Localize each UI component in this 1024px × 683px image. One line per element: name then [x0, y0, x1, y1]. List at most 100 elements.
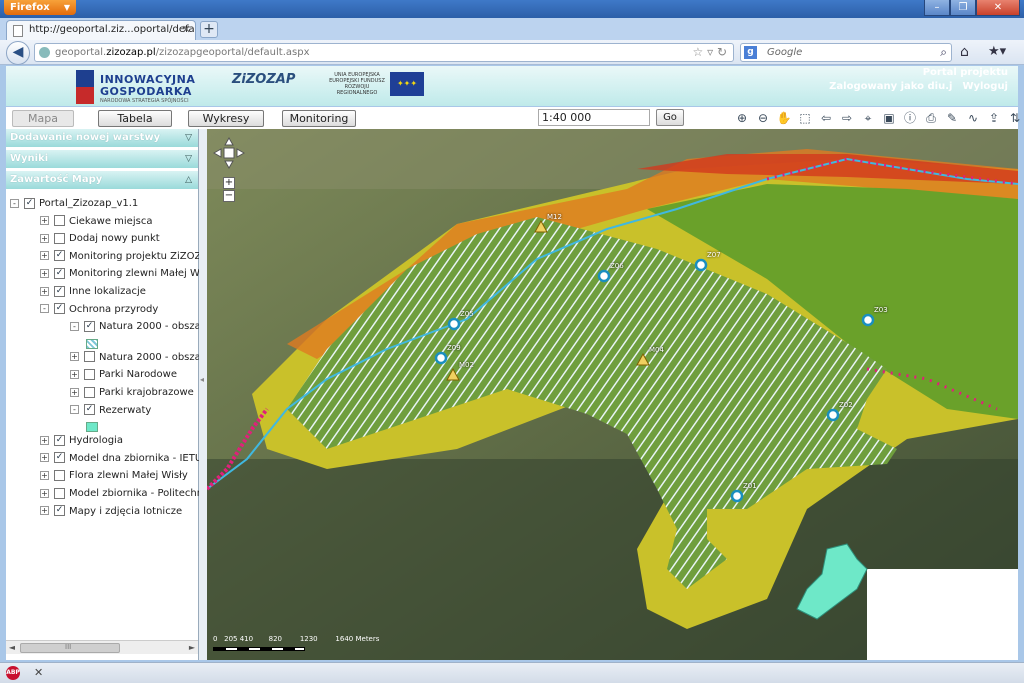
section-results[interactable]: Wyniki ▽ [6, 150, 198, 168]
go-button[interactable]: Go [656, 109, 684, 126]
monitoring-point-circle[interactable] [447, 317, 461, 331]
pan-hand-icon[interactable]: ✋ [774, 108, 794, 128]
edit-icon[interactable]: ✎ [942, 108, 962, 128]
monitoring-point-circle[interactable] [434, 351, 448, 365]
bookmarks-menu-icon[interactable]: ★▾ [988, 44, 1006, 59]
select-icon[interactable]: ▣ [879, 108, 899, 128]
layer-tree-item[interactable]: + Natura 2000 - obszary [70, 350, 211, 366]
layer-tree-item[interactable]: + Ciekawe miejsca [40, 214, 152, 230]
section-add-layer[interactable]: Dodawanie nowej warstwy ▽ [6, 129, 198, 147]
layer-checkbox[interactable]: ✓ [24, 197, 35, 209]
monitoring-point-circle[interactable] [694, 258, 708, 272]
layer-tree-item[interactable]: + ✓ Monitoring projektu ZiZOZap [40, 249, 214, 265]
layer-tree-item[interactable]: + Flora zlewni Małej Wisły [40, 468, 188, 484]
adblock-icon[interactable]: ABP [6, 666, 20, 680]
back-icon[interactable]: ⇦ [816, 108, 836, 128]
layer-checkbox[interactable]: ✓ [54, 250, 65, 262]
map-view[interactable]: + − 0 205 410 820 1230 1640 Meters M12 M0… [207, 129, 1018, 660]
layer-tree-item[interactable]: + Model zbiornika - Politechnia Ś [40, 486, 222, 502]
layer-tree-item[interactable]: + Parki Narodowe [70, 367, 177, 383]
scale-input[interactable]: 1:40 000 [538, 109, 650, 126]
layer-checkbox[interactable] [54, 469, 65, 481]
layer-checkbox[interactable] [54, 232, 65, 244]
layer-checkbox[interactable] [84, 368, 95, 380]
layer-tree-item[interactable]: + ✓ Hydrologia [40, 433, 123, 449]
expand-icon[interactable]: + [40, 488, 49, 498]
horizontal-scrollbar[interactable]: ◄ III ► [6, 640, 198, 654]
xy-icon[interactable]: ⌖ [858, 108, 878, 128]
layer-checkbox[interactable]: ✓ [84, 320, 95, 332]
tab-wykresy[interactable]: Wykresy [188, 110, 264, 127]
url-bar[interactable]: geoportal.zizozap.pl/zizozapgeoportal/de… [34, 43, 734, 62]
panel-splitter[interactable]: ◂ [199, 129, 207, 660]
layer-checkbox[interactable] [84, 386, 95, 398]
scroll-right-icon[interactable]: ► [186, 641, 198, 655]
print-icon[interactable]: ⎙ [921, 108, 941, 128]
monitoring-point-circle[interactable] [861, 313, 875, 327]
layer-tree-item[interactable]: + ✓ Monitoring zlewni Małej Wisły [40, 266, 216, 282]
browser-tab[interactable]: http://geoportal.ziz...oportal/default.a… [6, 20, 196, 40]
collapse-icon[interactable]: - [70, 405, 79, 415]
expand-icon[interactable]: + [40, 251, 49, 261]
tab-tabela[interactable]: Tabela [98, 110, 172, 127]
new-tab-button[interactable]: + [200, 21, 218, 38]
layer-tree-item[interactable]: + ✓ Inne lokalizacje [40, 284, 146, 300]
zoom-box-icon[interactable]: ⬚ [795, 108, 815, 128]
tab-mapa[interactable]: Mapa [12, 110, 74, 127]
layer-tree-item[interactable]: + ✓ Model dna zbiornika - IETU [40, 451, 202, 467]
map-canvas[interactable] [207, 129, 1018, 660]
collapse-icon[interactable]: - [70, 321, 79, 331]
help-icon[interactable]: ⇅ [1005, 108, 1024, 128]
expand-icon[interactable]: + [40, 233, 49, 243]
zoom-in-icon[interactable]: ⊕ [732, 108, 752, 128]
monitoring-point-circle[interactable] [730, 489, 744, 503]
layer-checkbox[interactable]: ✓ [54, 303, 65, 315]
home-icon[interactable]: ⌂ [960, 44, 969, 60]
profile-icon[interactable]: ∿ [963, 108, 983, 128]
collapse-arrow-icon[interactable]: ◂ [200, 375, 204, 384]
history-dropdown-icon[interactable]: ▿ [707, 45, 713, 59]
section-map-contents[interactable]: Zawartość Mapy △ [6, 171, 198, 189]
map-zoom-out-button[interactable]: − [223, 190, 235, 202]
scroll-thumb[interactable]: III [20, 643, 120, 653]
reload-icon[interactable]: ↻ [717, 45, 727, 59]
close-window-button[interactable]: ✕ [976, 0, 1020, 16]
search-box[interactable]: g Google ⌕ [740, 43, 952, 62]
tab-monitoring[interactable]: Monitoring [282, 110, 356, 127]
minimize-button[interactable]: – [924, 0, 950, 16]
google-engine-icon[interactable]: g [744, 46, 757, 59]
layer-checkbox[interactable] [54, 215, 65, 227]
layer-checkbox[interactable]: ✓ [54, 434, 65, 446]
layer-tree-item[interactable]: - ✓ Ochrona przyrody [40, 302, 158, 318]
layer-tree-item[interactable]: - ✓ Natura 2000 - obszary [70, 319, 211, 335]
collapse-icon[interactable]: - [10, 198, 19, 208]
search-icon[interactable]: ⌕ [940, 44, 947, 61]
layer-checkbox[interactable] [84, 351, 95, 363]
expand-icon[interactable]: + [40, 470, 49, 480]
layer-checkbox[interactable]: ✓ [54, 285, 65, 297]
layer-tree-item[interactable]: + Parki krajobrazowe [70, 385, 194, 401]
portal-project-link[interactable]: Portal projektu [819, 66, 1008, 80]
expand-icon[interactable]: + [40, 453, 49, 463]
expand-icon[interactable]: + [40, 435, 49, 445]
expand-icon[interactable]: + [70, 352, 79, 362]
bookmark-star-icon[interactable]: ☆ [692, 45, 703, 59]
expand-icon[interactable]: + [40, 216, 49, 226]
layer-checkbox[interactable]: ✓ [54, 505, 65, 517]
monitoring-point-circle[interactable] [597, 269, 611, 283]
expand-icon[interactable]: + [40, 268, 49, 278]
layer-checkbox[interactable] [54, 487, 65, 499]
layer-tree-item[interactable]: - ✓ Rezerwaty [70, 403, 151, 419]
back-button[interactable]: ◀ [6, 41, 30, 65]
layer-tree-item[interactable]: - ✓ Portal_Zizozap_v1.1 [10, 196, 138, 212]
export-icon[interactable]: ⇪ [984, 108, 1004, 128]
monitoring-point-circle[interactable] [826, 408, 840, 422]
expand-icon[interactable]: + [40, 286, 49, 296]
zoom-out-icon[interactable]: ⊖ [753, 108, 773, 128]
maximize-button[interactable]: ❐ [950, 0, 976, 16]
forward-icon[interactable]: ⇨ [837, 108, 857, 128]
scroll-left-icon[interactable]: ◄ [6, 641, 18, 655]
expand-icon[interactable]: + [70, 387, 79, 397]
layer-tree-item[interactable]: + ✓ Mapy i zdjęcia lotnicze [40, 504, 182, 520]
collapse-icon[interactable]: - [40, 304, 49, 314]
